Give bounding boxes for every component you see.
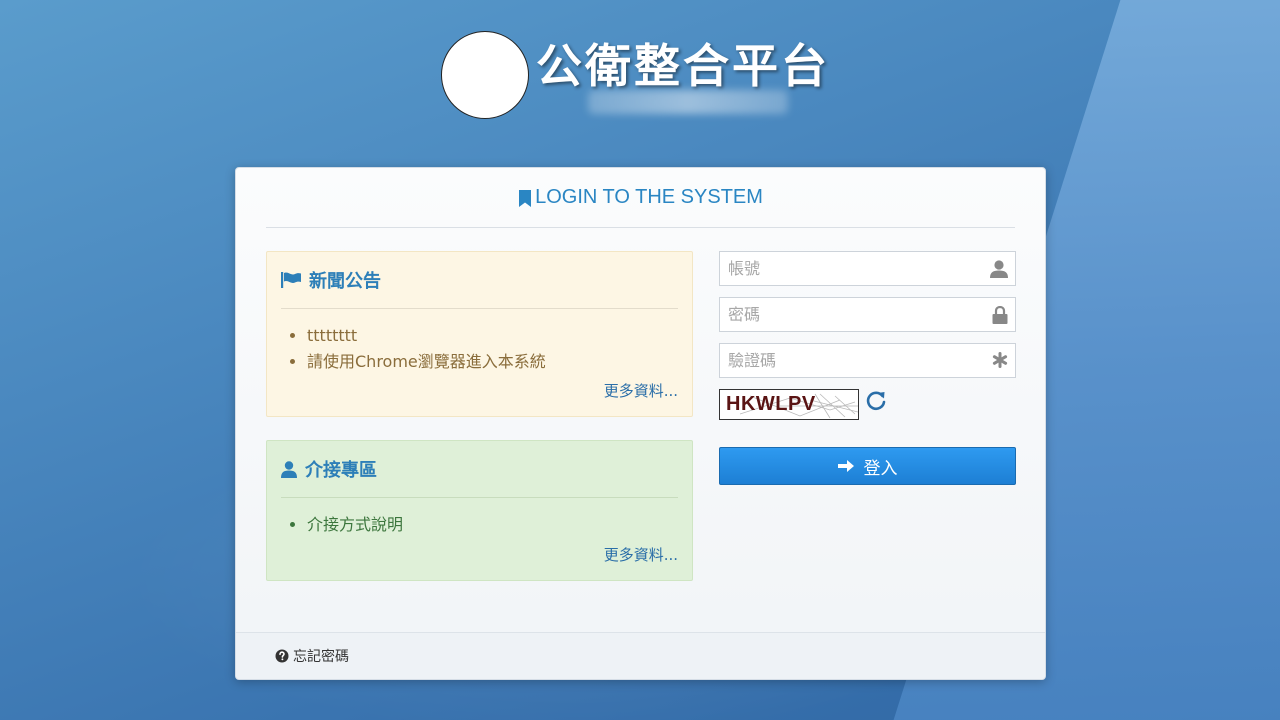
interface-box: 介接專區 介接方式說明 更多資料... xyxy=(266,440,693,581)
captcha-image: HKWLPV xyxy=(719,389,859,420)
question-circle-icon xyxy=(275,649,289,663)
news-title: 新聞公告 xyxy=(281,252,678,309)
user-icon xyxy=(281,460,297,478)
login-button-label: 登入 xyxy=(863,458,898,479)
interface-title-text: 介接專區 xyxy=(305,460,377,481)
flag-icon xyxy=(281,272,301,288)
asterisk-icon xyxy=(992,352,1008,368)
news-more-link[interactable]: 更多資料... xyxy=(604,380,678,401)
news-list: tttttttt 請使用Chrome瀏覽器進入本系統 xyxy=(281,323,678,375)
forgot-password-label: 忘記密碼 xyxy=(293,649,349,665)
refresh-icon[interactable] xyxy=(865,390,887,412)
news-box: 新聞公告 tttttttt 請使用Chrome瀏覽器進入本系統 更多資料... xyxy=(266,251,693,417)
password-field xyxy=(719,297,1016,332)
login-button[interactable]: 登入 xyxy=(719,447,1016,485)
lock-icon xyxy=(992,306,1008,324)
captcha-field xyxy=(719,343,1016,378)
username-input[interactable] xyxy=(720,252,1015,285)
user-icon xyxy=(990,260,1008,278)
captcha-input[interactable] xyxy=(720,344,1015,377)
captcha-text: HKWLPV xyxy=(726,393,816,415)
bookmark-icon xyxy=(519,189,532,207)
login-heading-text: LOGIN TO THE SYSTEM xyxy=(535,186,763,208)
interface-item[interactable]: 介接方式說明 xyxy=(307,512,678,538)
panel-footer: 忘記密碼 xyxy=(236,632,1045,679)
login-heading: LOGIN TO THE SYSTEM xyxy=(266,168,1015,228)
arrow-right-icon xyxy=(837,460,854,472)
logo xyxy=(441,31,529,119)
site-title: 公衛整合平台 xyxy=(536,39,830,93)
interface-title: 介接專區 xyxy=(281,441,678,498)
interface-more-link[interactable]: 更多資料... xyxy=(604,544,678,565)
blurred-subtitle xyxy=(588,90,788,114)
password-input[interactable] xyxy=(720,298,1015,331)
news-title-text: 新聞公告 xyxy=(309,271,381,292)
login-panel: LOGIN TO THE SYSTEM 新聞公告 tttttttt 請使用Chr… xyxy=(235,167,1046,680)
username-field xyxy=(719,251,1016,286)
news-item[interactable]: 請使用Chrome瀏覽器進入本系統 xyxy=(307,349,678,375)
news-item[interactable]: tttttttt xyxy=(307,323,678,349)
forgot-password-link[interactable]: 忘記密碼 xyxy=(275,646,349,666)
interface-list: 介接方式說明 xyxy=(281,512,678,538)
